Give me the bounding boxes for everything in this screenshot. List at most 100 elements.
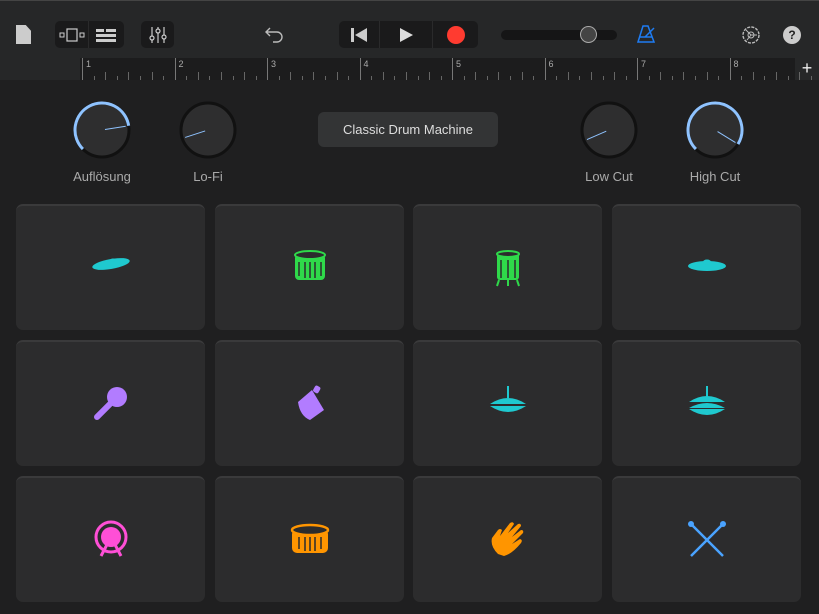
- ruler-bar-2: 2: [174, 58, 184, 80]
- drum-pad-open-hihat[interactable]: [612, 340, 801, 466]
- ruler-tick: [787, 76, 789, 80]
- ruler-tick: [614, 72, 616, 80]
- drum-pad-sticks[interactable]: [612, 476, 801, 602]
- ruler-tick: [163, 76, 165, 80]
- ruler-tick: [325, 76, 326, 80]
- ruler-bar-8: 8: [729, 58, 739, 80]
- ruler-tick: [232, 76, 234, 80]
- drum-pad-tom-drum[interactable]: [215, 204, 404, 330]
- metronome-button[interactable]: [636, 25, 656, 48]
- slider-thumb[interactable]: [580, 26, 598, 43]
- drum-pad-kick-drum[interactable]: [16, 476, 205, 602]
- ruler-tick: [602, 76, 604, 80]
- ruler-tick: [244, 72, 246, 80]
- tracks-view-button[interactable]: [89, 21, 123, 48]
- drum-pad-ride-cymbal[interactable]: [612, 204, 801, 330]
- floor-tom-icon: [495, 250, 520, 287]
- ruler-tick: [741, 76, 743, 80]
- transport: [339, 21, 478, 48]
- ruler-tick: [556, 76, 558, 80]
- ruler-tick: [648, 76, 650, 80]
- add-section-button[interactable]: +: [797, 58, 817, 80]
- ride-cymbal-icon: [687, 259, 726, 271]
- ruler-tick: [498, 72, 500, 80]
- ruler-tick: [220, 72, 222, 80]
- ruler-bar-5: 5: [452, 58, 461, 80]
- drum-pad-snare-drum[interactable]: [215, 476, 404, 602]
- knob-dial[interactable]: [569, 98, 649, 162]
- ruler-tick: [151, 72, 153, 80]
- knob-lo-fi[interactable]: Lo-Fi: [168, 98, 248, 184]
- ruler-tick: [533, 76, 535, 80]
- clap-icon: [491, 522, 523, 556]
- ruler-tick: [660, 72, 662, 80]
- ruler-bar-1: 1: [82, 58, 91, 80]
- knob-dial[interactable]: [675, 98, 755, 162]
- ruler-tick: [429, 72, 431, 80]
- mixer-button[interactable]: [141, 21, 174, 48]
- mixer-icon: [148, 26, 167, 43]
- ruler-tick: [625, 76, 627, 80]
- ruler-tick: [671, 76, 673, 80]
- knob-dial[interactable]: [168, 98, 248, 162]
- instrument-view-button[interactable]: [55, 21, 89, 48]
- ruler-tick: [209, 76, 211, 80]
- ruler-tick: [278, 76, 280, 80]
- drum-pad-closed-hihat[interactable]: [413, 340, 602, 466]
- undo-icon: [265, 27, 283, 43]
- ruler-tick: [521, 72, 523, 80]
- knob-label: Low Cut: [585, 169, 633, 184]
- settings-icon: [742, 26, 760, 44]
- ruler-tick: [313, 72, 315, 80]
- ruler-tick: [186, 76, 188, 80]
- go-to-start-button[interactable]: [339, 21, 380, 48]
- ruler-tick: [579, 76, 581, 80]
- ruler-tick: [255, 76, 257, 80]
- undo-button[interactable]: [265, 26, 285, 48]
- ruler-tick: [752, 72, 754, 80]
- ruler-tick: [405, 72, 407, 80]
- drum-pad-maraca[interactable]: [16, 340, 205, 466]
- help-button[interactable]: ?: [783, 26, 801, 44]
- ruler-tick: [510, 76, 511, 80]
- tempo-slider[interactable]: [501, 26, 617, 43]
- drum-pad-cowbell[interactable]: [215, 340, 404, 466]
- document-icon[interactable]: [16, 25, 31, 44]
- knob-label: Auflösung: [73, 169, 131, 184]
- sticks-icon: [687, 521, 726, 557]
- ruler-bar-7: 7: [637, 58, 646, 80]
- record-button[interactable]: [433, 21, 478, 48]
- drum-pad-floor-tom[interactable]: [413, 204, 602, 330]
- drum-pad-clap[interactable]: [413, 476, 602, 602]
- ruler-tick: [706, 72, 708, 80]
- knob-label: Lo-Fi: [193, 169, 223, 184]
- ruler-tick: [475, 72, 477, 80]
- maraca-icon: [93, 387, 127, 420]
- closed-hihat-icon: [489, 386, 526, 412]
- knob-label: High Cut: [689, 169, 741, 184]
- ruler-tick: [290, 72, 292, 80]
- ruler-tick: [590, 72, 592, 80]
- play-button[interactable]: [380, 21, 433, 48]
- ruler-tick: [486, 76, 488, 80]
- ruler-tick: [140, 76, 141, 80]
- knob-aufl-sung[interactable]: Auflösung: [62, 98, 142, 184]
- drum-pad-crash-cymbal[interactable]: [16, 204, 205, 330]
- ruler-tick: [718, 76, 720, 80]
- ruler-tick: [683, 72, 685, 80]
- ruler-tick: [128, 72, 130, 80]
- ruler-tick: [93, 76, 95, 80]
- knob-low-cut[interactable]: Low Cut: [569, 98, 649, 184]
- ruler-tick: [197, 72, 199, 80]
- open-hihat-icon: [688, 386, 725, 415]
- knob-high-cut[interactable]: High Cut: [675, 98, 755, 184]
- ruler-bar-6: 6: [544, 58, 554, 80]
- preset-selector[interactable]: Classic Drum Machine: [318, 112, 498, 147]
- timeline-ruler[interactable]: 1 2 3 4 5 6 7 8 +: [0, 58, 819, 80]
- cowbell-icon: [297, 385, 324, 420]
- ruler-tick: [394, 76, 396, 80]
- ruler-tick: [371, 76, 373, 80]
- ruler-tick: [105, 72, 107, 80]
- settings-button[interactable]: [741, 25, 761, 50]
- knob-dial[interactable]: [62, 98, 142, 162]
